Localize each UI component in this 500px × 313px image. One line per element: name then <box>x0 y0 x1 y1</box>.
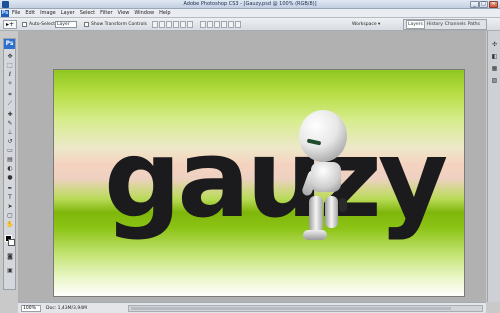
styles-panel-icon[interactable]: ▨ <box>490 77 499 85</box>
blur-tool-icon[interactable]: ◐ <box>6 165 14 172</box>
crop-tool-icon[interactable]: ⌗ <box>6 91 14 98</box>
dodge-tool-icon[interactable]: ● <box>6 174 14 181</box>
history-brush-tool-icon[interactable]: ↺ <box>6 138 14 145</box>
menu-help[interactable]: Help <box>159 9 170 18</box>
distribute-middle-icon[interactable] <box>207 21 213 28</box>
screen-mode-icon[interactable]: ▣ <box>6 267 14 274</box>
align-left-icon[interactable] <box>173 21 179 28</box>
gradient-tool-icon[interactable]: ▤ <box>6 156 14 163</box>
brush-tool-icon[interactable]: ✎ <box>6 120 14 127</box>
robot-body <box>311 162 341 192</box>
window-title: Adobe Photoshop CS3 - [Gauzy.psd @ 100% … <box>183 1 317 7</box>
photoshop-window: Adobe Photoshop CS3 - [Gauzy.psd @ 100% … <box>0 0 500 313</box>
healing-brush-tool-icon[interactable]: ✚ <box>6 111 14 118</box>
menu-layer[interactable]: Layer <box>61 9 75 18</box>
close-button[interactable]: ✕ <box>489 1 498 8</box>
ps-logo: Ps <box>1 10 9 17</box>
maximize-button[interactable]: □ <box>479 1 488 8</box>
pen-tool-icon[interactable]: ✒ <box>6 185 14 192</box>
lasso-tool-icon[interactable]: ℓ <box>6 71 14 78</box>
menu-window[interactable]: Window <box>134 9 154 18</box>
scrollbar-thumb[interactable] <box>131 307 451 310</box>
menu-image[interactable]: Image <box>40 9 56 18</box>
tab-layers[interactable]: Layers <box>406 20 425 29</box>
marquee-tool-icon[interactable]: ⬚ <box>6 62 14 69</box>
distribute-top-icon[interactable] <box>200 21 206 28</box>
align-middle-icon[interactable] <box>159 21 165 28</box>
auto-select-checkbox[interactable] <box>22 22 27 27</box>
align-center-icon[interactable] <box>180 21 186 28</box>
quick-mask-icon[interactable]: ◙ <box>6 253 14 260</box>
toolbox: Ps ✥ ⬚ ℓ ✧ ⌗ ⟋ ✚ ✎ ⊥ ↺ ▭ ▤ ◐ ● ✒ T ➤ ▢ ✋… <box>3 38 16 290</box>
distribute-left-icon[interactable] <box>221 21 227 28</box>
align-right-icon[interactable] <box>187 21 193 28</box>
show-transform-label: Show Transform Controls <box>91 22 147 27</box>
align-buttons <box>152 21 193 28</box>
title-bar: Adobe Photoshop CS3 - [Gauzy.psd @ 100% … <box>0 0 500 9</box>
move-tool-preset-picker[interactable]: ▸+ <box>3 20 17 29</box>
status-bar: 100% Doc: 1,43M/3,94M <box>18 302 486 313</box>
color-panel-icon[interactable]: ◧ <box>490 53 499 61</box>
robot-foot <box>303 230 327 240</box>
toolbox-logo: Ps <box>4 39 15 49</box>
image-canvas[interactable]: gauzy <box>53 69 465 297</box>
distribute-buttons <box>200 21 241 28</box>
menu-edit[interactable]: Edit <box>25 9 35 18</box>
shape-tool-icon[interactable]: ▢ <box>6 212 14 219</box>
slice-tool-icon[interactable]: ⟋ <box>6 100 14 107</box>
swatches-panel-icon[interactable]: ▦ <box>490 65 499 73</box>
eraser-tool-icon[interactable]: ▭ <box>6 147 14 154</box>
tab-history[interactable]: History <box>427 21 443 28</box>
document-area: gauzy <box>18 31 486 302</box>
type-tool-icon[interactable]: T <box>6 194 14 201</box>
navigator-panel-icon[interactable]: ✣ <box>490 41 499 49</box>
show-transform-checkbox[interactable] <box>84 22 89 27</box>
distribute-bottom-icon[interactable] <box>214 21 220 28</box>
hand-tool-icon[interactable]: ✋ <box>6 221 14 228</box>
move-tool-icon[interactable]: ✥ <box>6 53 14 60</box>
path-selection-tool-icon[interactable]: ➤ <box>6 203 14 210</box>
align-bottom-icon[interactable] <box>166 21 172 28</box>
auto-select-dropdown[interactable]: Layer <box>55 21 77 28</box>
robot-leg <box>309 196 323 232</box>
tab-paths[interactable]: Paths <box>468 21 480 28</box>
minimize-button[interactable]: _ <box>470 1 479 8</box>
menu-select[interactable]: Select <box>80 9 95 18</box>
menu-file[interactable]: File <box>12 9 20 18</box>
distribute-right-icon[interactable] <box>235 21 241 28</box>
workspace-menu[interactable]: Workspace ▾ <box>352 21 386 28</box>
robot-leg <box>325 196 338 228</box>
panel-tab-strip: Layers History Channels Paths <box>403 19 487 30</box>
robot-eye <box>306 138 322 146</box>
tab-channels[interactable]: Channels <box>445 21 466 28</box>
robot-figure <box>299 110 379 260</box>
zoom-field[interactable]: 100% <box>21 305 41 312</box>
background-color-swatch[interactable] <box>8 239 15 246</box>
collapsed-panels: ✣ ◧ ▦ ▨ <box>487 31 500 302</box>
auto-select-label: Auto-Select: <box>29 22 57 27</box>
distribute-center-icon[interactable] <box>228 21 234 28</box>
horizontal-scrollbar[interactable] <box>128 305 483 312</box>
align-top-icon[interactable] <box>152 21 158 28</box>
menu-filter[interactable]: Filter <box>100 9 112 18</box>
menu-bar: Ps File Edit Image Layer Select Filter V… <box>0 9 500 18</box>
magic-wand-tool-icon[interactable]: ✧ <box>6 80 14 87</box>
robot-head <box>299 110 347 162</box>
clone-stamp-tool-icon[interactable]: ⊥ <box>6 129 14 136</box>
gauzy-text-layer: gauzy <box>104 117 448 242</box>
document-size-info[interactable]: Doc: 1,43M/3,94M <box>46 304 87 313</box>
menu-view[interactable]: View <box>118 9 130 18</box>
robot-hand <box>339 198 347 212</box>
